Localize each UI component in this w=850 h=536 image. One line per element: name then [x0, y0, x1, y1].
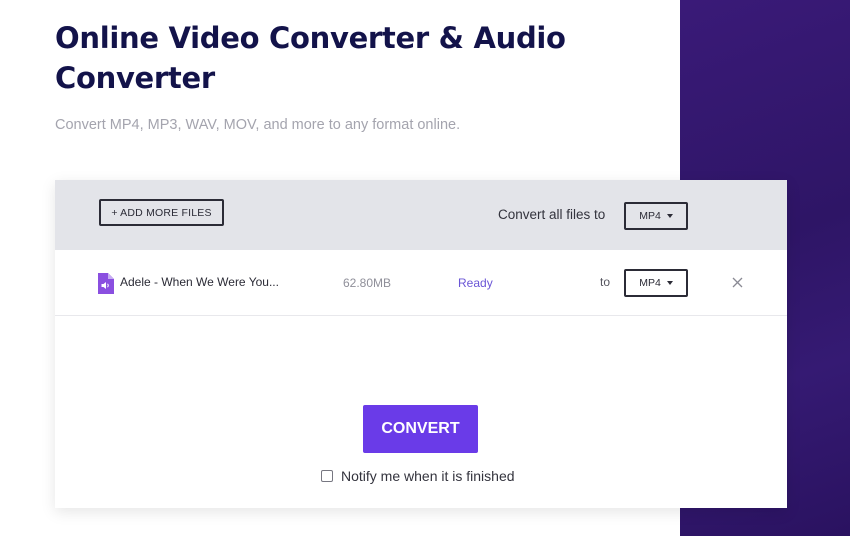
notify-label: Notify me when it is finished [341, 468, 515, 484]
convert-all-format-value: MP4 [639, 210, 661, 222]
page: Online Video Converter & Audio Converter… [0, 0, 850, 536]
notify-option[interactable]: Notify me when it is finished [321, 468, 515, 484]
file-row: Adele - When We Were You... 62.80MB Read… [55, 250, 787, 316]
converter-toolbar: + ADD MORE FILES Convert all files to MP… [55, 180, 787, 250]
file-status: Ready [458, 276, 493, 290]
file-format-value: MP4 [639, 277, 661, 289]
convert-button[interactable]: CONVERT [363, 405, 478, 453]
page-title: Online Video Converter & Audio Converter [55, 21, 566, 95]
file-name: Adele - When We Were You... [120, 275, 279, 289]
convert-all-format-select[interactable]: MP4 [624, 202, 688, 230]
caret-down-icon [666, 281, 673, 285]
notify-checkbox[interactable] [321, 470, 333, 482]
converter-card: + ADD MORE FILES Convert all files to MP… [55, 180, 787, 508]
caret-down-icon [666, 214, 673, 218]
close-icon[interactable] [731, 276, 744, 289]
file-size: 62.80MB [343, 276, 392, 290]
file-format-select[interactable]: MP4 [624, 269, 688, 297]
convert-all-label: Convert all files to [498, 207, 606, 222]
page-subtitle: Convert MP4, MP3, WAV, MOV, and more to … [55, 117, 461, 133]
to-label: to [600, 275, 611, 289]
add-more-files-button[interactable]: + ADD MORE FILES [99, 199, 224, 226]
audio-file-icon [98, 273, 114, 294]
